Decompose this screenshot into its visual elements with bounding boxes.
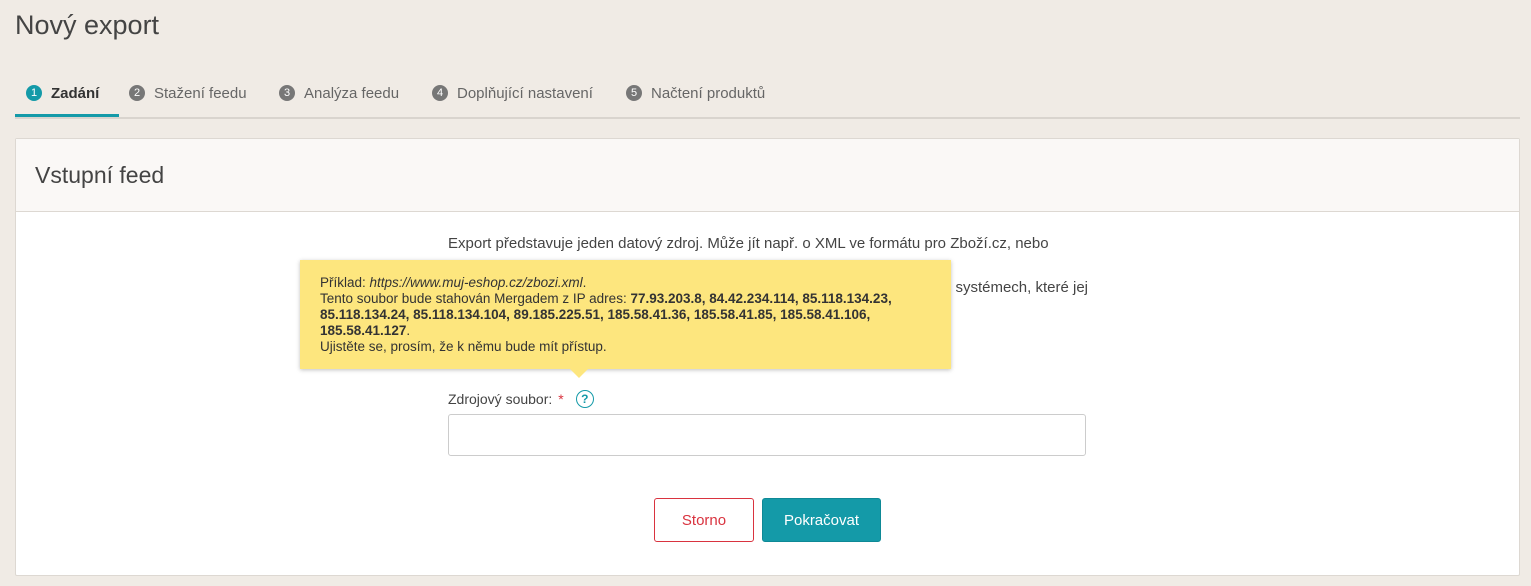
wizard-steps: 1 Zadání 2 Stažení feedu 3 Analýza feedu… <box>14 71 1520 119</box>
source-file-help-tooltip: Příklad: https://www.muj-eshop.cz/zbozi.… <box>300 260 951 378</box>
tooltip-ip-list: Tento soubor bude stahován Mergadem z IP… <box>320 291 931 339</box>
step-nacteni-produktu[interactable]: 5 Načtení produktů <box>626 71 765 115</box>
tooltip-example: Příklad: https://www.muj-eshop.cz/zbozi.… <box>320 275 931 291</box>
step-label: Stažení feedu <box>154 84 247 102</box>
step-label: Analýza feedu <box>304 84 400 102</box>
source-file-label: Zdrojový soubor: * ? <box>448 390 594 408</box>
source-file-label-text: Zdrojový soubor: <box>448 391 553 407</box>
step-label: Zadání <box>51 84 100 102</box>
step-label: Doplňující nastavení <box>457 84 593 102</box>
continue-button[interactable]: Pokračovat <box>762 498 881 542</box>
step-analyza-feedu[interactable]: 3 Analýza feedu <box>279 71 399 115</box>
tooltip-example-url: https://www.muj-eshop.cz/zbozi.xml <box>369 275 583 290</box>
step-label: Načtení produktů <box>651 84 766 102</box>
tooltip-example-suffix: . <box>582 275 587 290</box>
tooltip-example-prefix: Příklad: <box>320 275 370 290</box>
tooltip-access-note: Ujistěte se, prosím, že k němu bude mít … <box>320 339 607 354</box>
help-icon[interactable]: ? <box>575 390 594 408</box>
required-marker: * <box>558 391 564 407</box>
step-number: 1 <box>26 85 42 101</box>
step-stazeni-feedu[interactable]: 2 Stažení feedu <box>129 71 247 115</box>
cancel-button[interactable]: Storno <box>654 498 754 542</box>
page-title: Nový export <box>15 10 160 40</box>
step-number: 5 <box>626 85 642 101</box>
tooltip-ip-prefix: Tento soubor bude stahován Mergadem z IP… <box>320 291 631 306</box>
step-doplnujici-nastaveni[interactable]: 4 Doplňující nastavení <box>432 71 593 115</box>
step-number: 4 <box>432 85 448 101</box>
description-line-1: Export představuje jeden datový zdroj. M… <box>448 235 1049 252</box>
tooltip-ip-suffix: . <box>406 323 411 338</box>
step-number: 2 <box>129 85 145 101</box>
step-zadani[interactable]: 1 Zadání <box>14 71 120 117</box>
panel-header: Vstupní feed <box>16 139 1519 212</box>
source-file-input[interactable] <box>448 414 1086 456</box>
step-number: 3 <box>279 85 295 101</box>
panel-title: Vstupní feed <box>35 162 165 188</box>
